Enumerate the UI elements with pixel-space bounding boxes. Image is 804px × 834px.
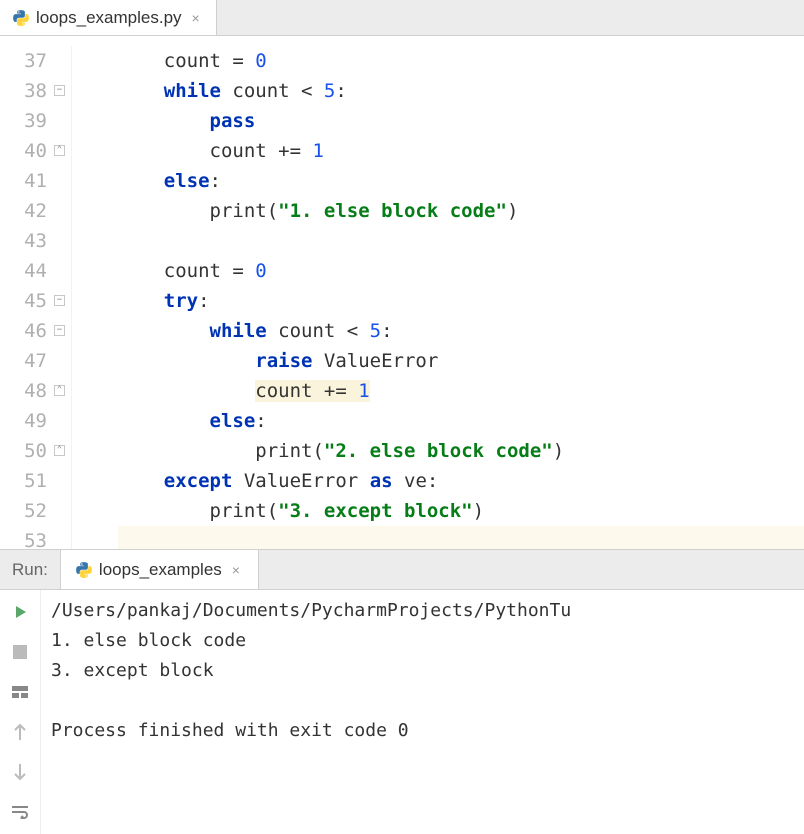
code-line[interactable]: print("1. else block code") xyxy=(118,196,804,226)
code-line[interactable]: print("2. else block code") xyxy=(118,436,804,466)
code-editor[interactable]: 3738−3940⌃4142434445−46−4748⌃4950⌃515253… xyxy=(0,46,804,549)
tab-filename: loops_examples.py xyxy=(36,8,182,28)
close-run-tab-icon[interactable]: × xyxy=(228,562,244,578)
code-line[interactable]: try: xyxy=(118,286,804,316)
line-number: 44 xyxy=(10,256,47,286)
code-line[interactable]: count += 1 xyxy=(118,136,804,166)
run-button[interactable] xyxy=(6,598,34,626)
code-line[interactable]: else: xyxy=(118,406,804,436)
line-number: 42 xyxy=(10,196,47,226)
fold-icon[interactable]: − xyxy=(54,295,65,306)
code-line[interactable]: pass xyxy=(118,106,804,136)
python-file-icon xyxy=(75,561,93,579)
line-number: 48⌃ xyxy=(10,376,47,406)
line-number: 47 xyxy=(10,346,47,376)
stop-button[interactable] xyxy=(6,638,34,666)
scroll-down-button[interactable] xyxy=(6,758,34,786)
fold-icon[interactable]: − xyxy=(54,325,65,336)
code-line[interactable]: while count < 5: xyxy=(118,76,804,106)
line-number: 46− xyxy=(10,316,47,346)
fold-icon[interactable]: ⌃ xyxy=(54,445,65,456)
code-line[interactable]: raise ValueError xyxy=(118,346,804,376)
line-number: 50⌃ xyxy=(10,436,47,466)
run-tab[interactable]: loops_examples × xyxy=(60,550,259,589)
console-panel: Run: loops_examples × /Users/pankaj/Docu… xyxy=(0,549,804,834)
fold-icon[interactable]: ⌃ xyxy=(54,145,65,156)
line-number: 43 xyxy=(10,226,47,256)
code-line[interactable]: while count < 5: xyxy=(118,316,804,346)
line-number: 52 xyxy=(10,496,47,526)
line-number: 45− xyxy=(10,286,47,316)
scroll-up-button[interactable] xyxy=(6,718,34,746)
code-line[interactable]: count = 0 xyxy=(118,46,804,76)
console-toolbar xyxy=(0,590,41,834)
editor-tab-bar: loops_examples.py × xyxy=(0,0,804,36)
python-file-icon xyxy=(12,9,30,27)
editor-tab[interactable]: loops_examples.py × xyxy=(0,0,217,35)
code-line[interactable] xyxy=(118,526,804,549)
line-number: 37 xyxy=(10,46,47,76)
console-header: Run: loops_examples × xyxy=(0,550,804,590)
line-number: 41 xyxy=(10,166,47,196)
run-tab-name: loops_examples xyxy=(99,560,222,580)
line-number: 40⌃ xyxy=(10,136,47,166)
fold-icon[interactable]: − xyxy=(54,85,65,96)
code-area[interactable]: count = 0 while count < 5: pass count +=… xyxy=(72,46,804,549)
line-number: 53 xyxy=(10,526,47,549)
line-number: 38− xyxy=(10,76,47,106)
fold-icon[interactable]: ⌃ xyxy=(54,385,65,396)
wrap-button[interactable] xyxy=(6,798,34,826)
close-tab-icon[interactable]: × xyxy=(188,10,204,26)
code-line[interactable]: else: xyxy=(118,166,804,196)
code-line[interactable] xyxy=(118,226,804,256)
line-number-gutter: 3738−3940⌃4142434445−46−4748⌃4950⌃515253 xyxy=(0,46,72,549)
line-number: 51 xyxy=(10,466,47,496)
layout-button[interactable] xyxy=(6,678,34,706)
line-number: 39 xyxy=(10,106,47,136)
run-label: Run: xyxy=(0,560,60,580)
code-line[interactable]: print("3. except block") xyxy=(118,496,804,526)
code-line[interactable]: except ValueError as ve: xyxy=(118,466,804,496)
code-line[interactable]: count = 0 xyxy=(118,256,804,286)
console-output[interactable]: /Users/pankaj/Documents/PycharmProjects/… xyxy=(41,590,804,834)
code-line[interactable]: count += 1 xyxy=(118,376,804,406)
line-number: 49 xyxy=(10,406,47,436)
